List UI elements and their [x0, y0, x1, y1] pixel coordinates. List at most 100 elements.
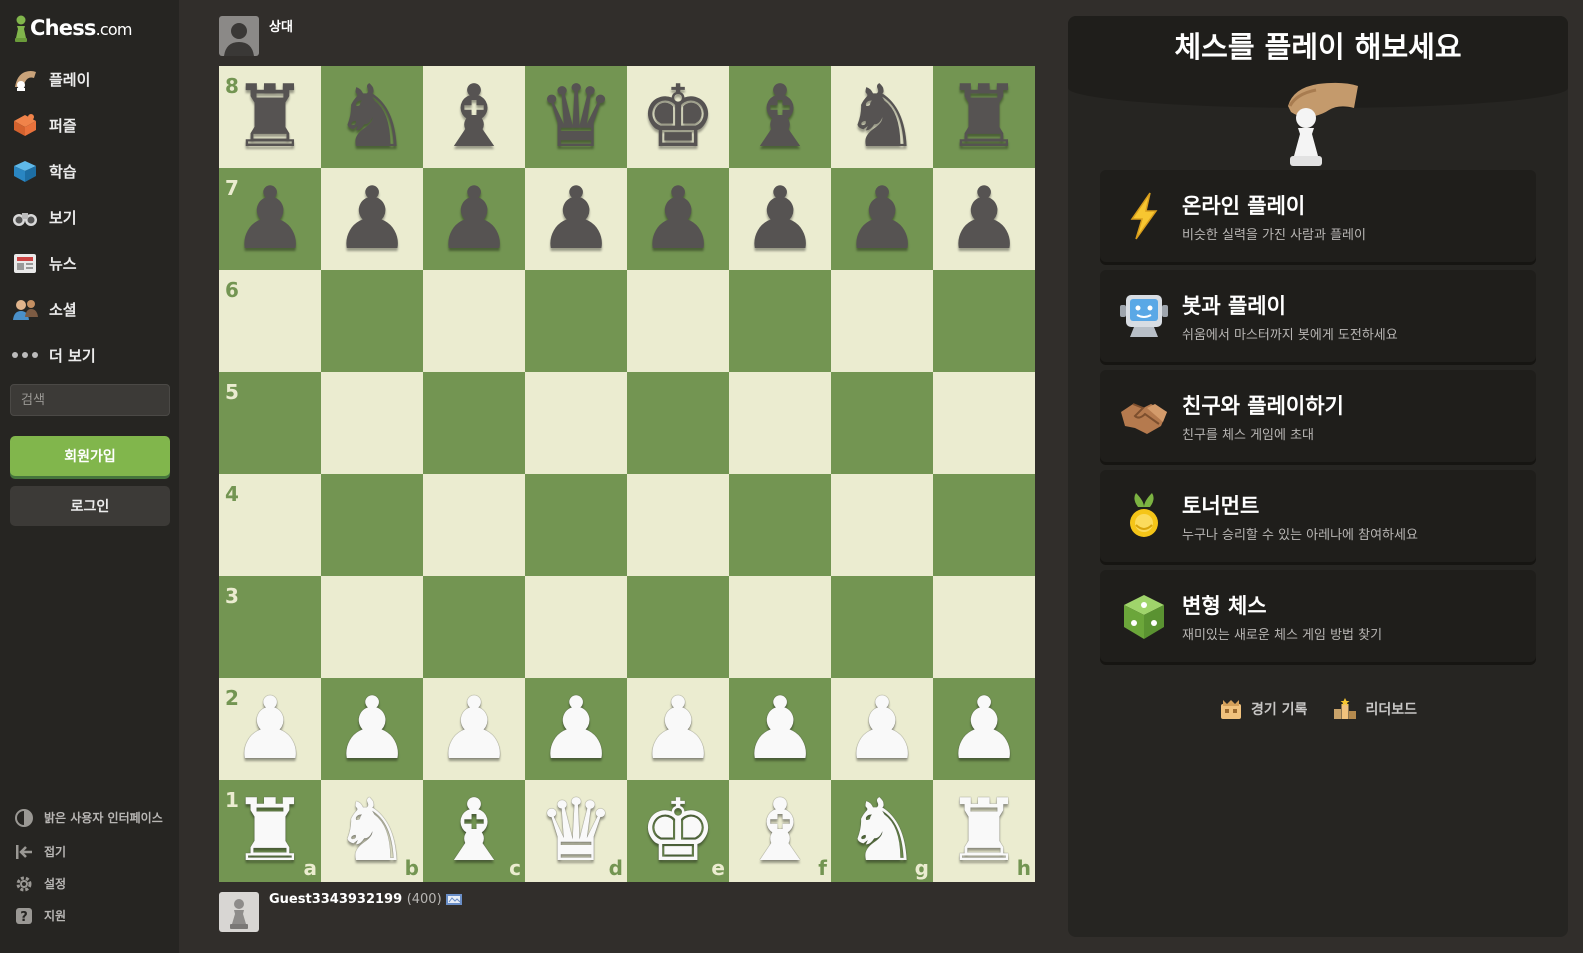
nav-item-social[interactable]: 소셜 — [0, 286, 179, 332]
nav-item-news[interactable]: 뉴스 — [0, 240, 179, 286]
square-d4[interactable] — [525, 474, 627, 576]
white-queen-icon[interactable]: ♛ — [525, 780, 627, 882]
square-a5[interactable]: 5 — [219, 372, 321, 474]
square-g3[interactable] — [831, 576, 933, 678]
square-c4[interactable] — [423, 474, 525, 576]
square-f7[interactable]: ♟ — [729, 168, 831, 270]
play-friend-option[interactable]: 친구와 플레이하기 친구를 체스 게임에 초대 — [1100, 370, 1536, 462]
square-e8[interactable]: ♚ — [627, 66, 729, 168]
square-h4[interactable] — [933, 474, 1035, 576]
white-pawn-icon[interactable]: ♟ — [321, 678, 423, 780]
leaderboard-link[interactable]: 리더보드 — [1333, 698, 1417, 720]
self-avatar[interactable] — [219, 892, 259, 932]
square-h8[interactable]: ♜ — [933, 66, 1035, 168]
square-c7[interactable]: ♟ — [423, 168, 525, 270]
square-e2[interactable]: ♟ — [627, 678, 729, 780]
tournament-option[interactable]: 토너먼트 누구나 승리할 수 있는 아레나에 참여하세요 — [1100, 470, 1536, 562]
square-g7[interactable]: ♟ — [831, 168, 933, 270]
square-b3[interactable] — [321, 576, 423, 678]
square-c2[interactable]: ♟ — [423, 678, 525, 780]
white-pawn-icon[interactable]: ♟ — [831, 678, 933, 780]
black-pawn-icon[interactable]: ♟ — [933, 168, 1035, 270]
square-b2[interactable]: ♟ — [321, 678, 423, 780]
white-pawn-icon[interactable]: ♟ — [219, 678, 321, 780]
white-knight-icon[interactable]: ♞ — [321, 780, 423, 882]
square-e7[interactable]: ♟ — [627, 168, 729, 270]
black-pawn-icon[interactable]: ♟ — [321, 168, 423, 270]
square-h3[interactable] — [933, 576, 1035, 678]
square-e6[interactable] — [627, 270, 729, 372]
white-rook-icon[interactable]: ♜ — [933, 780, 1035, 882]
black-pawn-icon[interactable]: ♟ — [423, 168, 525, 270]
square-e4[interactable] — [627, 474, 729, 576]
play-online-option[interactable]: 온라인 플레이 비슷한 실력을 가진 사람과 플레이 — [1100, 170, 1536, 262]
black-pawn-icon[interactable]: ♟ — [525, 168, 627, 270]
square-e1[interactable]: e ♚ — [627, 780, 729, 882]
black-pawn-icon[interactable]: ♟ — [729, 168, 831, 270]
nav-item-watch[interactable]: 보기 — [0, 194, 179, 240]
square-b4[interactable] — [321, 474, 423, 576]
variants-option[interactable]: 변형 체스 재미있는 새로운 체스 게임 방법 찾기 — [1100, 570, 1536, 662]
login-button[interactable]: 로그인 — [10, 486, 170, 526]
black-queen-icon[interactable]: ♛ — [525, 66, 627, 168]
square-c5[interactable] — [423, 372, 525, 474]
white-rook-icon[interactable]: ♜ — [219, 780, 321, 882]
square-g4[interactable] — [831, 474, 933, 576]
square-a4[interactable]: 4 — [219, 474, 321, 576]
square-a1[interactable]: 1 a ♜ — [219, 780, 321, 882]
white-king-icon[interactable]: ♚ — [627, 780, 729, 882]
theme-toggle[interactable]: 밝은 사용자 인터페이스 — [0, 800, 179, 836]
square-d3[interactable] — [525, 576, 627, 678]
white-pawn-icon[interactable]: ♟ — [423, 678, 525, 780]
square-a3[interactable]: 3 — [219, 576, 321, 678]
square-c6[interactable] — [423, 270, 525, 372]
square-f1[interactable]: f ♝ — [729, 780, 831, 882]
black-bishop-icon[interactable]: ♝ — [729, 66, 831, 168]
square-f5[interactable] — [729, 372, 831, 474]
square-g2[interactable]: ♟ — [831, 678, 933, 780]
square-d5[interactable] — [525, 372, 627, 474]
square-g1[interactable]: g ♞ — [831, 780, 933, 882]
black-knight-icon[interactable]: ♞ — [321, 66, 423, 168]
white-knight-icon[interactable]: ♞ — [831, 780, 933, 882]
square-a7[interactable]: 7 ♟ — [219, 168, 321, 270]
white-pawn-icon[interactable]: ♟ — [525, 678, 627, 780]
square-f4[interactable] — [729, 474, 831, 576]
white-bishop-icon[interactable]: ♝ — [729, 780, 831, 882]
black-pawn-icon[interactable]: ♟ — [627, 168, 729, 270]
white-pawn-icon[interactable]: ♟ — [933, 678, 1035, 780]
black-pawn-icon[interactable]: ♟ — [219, 168, 321, 270]
square-f6[interactable] — [729, 270, 831, 372]
chess-logo[interactable]: Chess.com — [14, 12, 132, 44]
support-button[interactable]: ? 지원 — [0, 900, 179, 932]
black-bishop-icon[interactable]: ♝ — [423, 66, 525, 168]
nav-item-play[interactable]: 플레이 — [0, 56, 179, 102]
play-bots-option[interactable]: 봇과 플레이 쉬움에서 마스터까지 봇에게 도전하세요 — [1100, 270, 1536, 362]
square-c3[interactable] — [423, 576, 525, 678]
square-c1[interactable]: c ♝ — [423, 780, 525, 882]
square-h1[interactable]: h ♜ — [933, 780, 1035, 882]
square-f8[interactable]: ♝ — [729, 66, 831, 168]
nav-item-learn[interactable]: 학습 — [0, 148, 179, 194]
square-a2[interactable]: 2 ♟ — [219, 678, 321, 780]
signup-button[interactable]: 회원가입 — [10, 436, 170, 476]
square-h5[interactable] — [933, 372, 1035, 474]
square-d7[interactable]: ♟ — [525, 168, 627, 270]
settings-button[interactable]: 설정 — [0, 868, 179, 900]
square-e5[interactable] — [627, 372, 729, 474]
square-a8[interactable]: 8 ♜ — [219, 66, 321, 168]
square-f3[interactable] — [729, 576, 831, 678]
square-d2[interactable]: ♟ — [525, 678, 627, 780]
black-knight-icon[interactable]: ♞ — [831, 66, 933, 168]
chess-board[interactable]: 8 ♜ ♞ ♝ ♛ ♚ ♝ ♞ ♜ 7 ♟ ♟ ♟ ♟ ♟ ♟ ♟ ♟ 6 5 4 3 2 ♟ ♟ ♟ ♟ ♟ ♟ ♟ ♟ 1 a ♜ b ♞ c ♝ d ♛… — [219, 66, 1035, 882]
square-d6[interactable] — [525, 270, 627, 372]
square-e3[interactable] — [627, 576, 729, 678]
black-rook-icon[interactable]: ♜ — [933, 66, 1035, 168]
opponent-avatar[interactable] — [219, 16, 259, 56]
square-d1[interactable]: d ♛ — [525, 780, 627, 882]
square-b8[interactable]: ♞ — [321, 66, 423, 168]
square-g8[interactable]: ♞ — [831, 66, 933, 168]
square-b5[interactable] — [321, 372, 423, 474]
white-pawn-icon[interactable]: ♟ — [627, 678, 729, 780]
square-h7[interactable]: ♟ — [933, 168, 1035, 270]
